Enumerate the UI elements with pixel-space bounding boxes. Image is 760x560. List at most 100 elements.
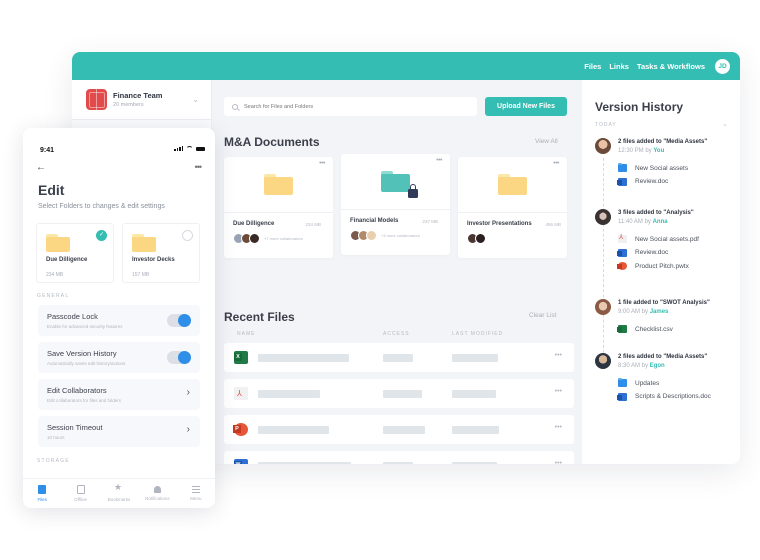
folder-tile-due-diligence[interactable]: ✓ Due Dilligence 234 MB xyxy=(36,223,114,283)
file-name: New Social assets.pdf xyxy=(635,235,699,243)
history-file-item[interactable]: New Social assets xyxy=(618,162,688,174)
bottom-tab-bar: Files Offline Bookmarks Notifications Me… xyxy=(23,478,215,508)
folder-tile-investor-decks[interactable]: Investor Decks 157 MB xyxy=(122,223,200,283)
clear-list-link[interactable]: Clear List xyxy=(529,312,556,319)
more-options-icon[interactable]: ••• xyxy=(195,162,203,172)
chevron-right-icon: › xyxy=(186,424,190,435)
more-options-icon[interactable]: ••• xyxy=(555,388,562,395)
nav-link-tasks-workflows[interactable]: Tasks & Workflows xyxy=(637,62,705,71)
file-name: Checklist.csv xyxy=(635,325,673,333)
history-file-item[interactable]: Checklist.csv xyxy=(617,323,673,335)
tab-files[interactable]: Files xyxy=(23,479,61,508)
team-members-count: 20 members xyxy=(113,102,144,108)
folder-size: 456 MB xyxy=(545,222,561,227)
modified-placeholder xyxy=(452,426,499,434)
setting-save-version-history[interactable]: Save Version History Automatically saves… xyxy=(38,342,200,373)
more-options-icon[interactable]: ••• xyxy=(555,424,562,431)
team-switcher[interactable]: Finance Team 20 members ⌄ xyxy=(72,80,211,120)
access-placeholder xyxy=(383,462,413,464)
checkbox-selected[interactable]: ✓ xyxy=(96,230,107,241)
lock-icon xyxy=(408,184,418,198)
setting-edit-collaborators[interactable]: Edit Collaborators Edit collaborators fo… xyxy=(38,379,200,410)
file-name-placeholder xyxy=(258,462,351,464)
chevron-down-icon[interactable]: ⌄ xyxy=(192,95,199,104)
search-input[interactable] xyxy=(244,103,444,110)
view-all-link[interactable]: View All xyxy=(535,138,558,145)
entry-title: 1 file added to "SWOT Analysis" xyxy=(618,300,710,306)
more-options-icon[interactable]: ••• xyxy=(436,157,442,164)
file-icon xyxy=(38,485,47,494)
passcode-lock-toggle[interactable] xyxy=(167,314,191,327)
back-arrow-icon[interactable]: ← xyxy=(36,162,46,173)
file-row[interactable]: ••• xyxy=(224,343,574,372)
folder-card-financial-models[interactable]: ••• Financial Models 237 MB +4 more coll… xyxy=(341,154,450,255)
nav-link-links[interactable]: Links xyxy=(609,62,629,71)
status-bar-time: 9:41 xyxy=(40,147,55,154)
more-options-icon[interactable]: ••• xyxy=(319,160,325,167)
file-name: Product Pitch.pwtx xyxy=(635,262,689,270)
column-header-access[interactable]: ACCESS xyxy=(383,331,410,337)
more-options-icon[interactable]: ••• xyxy=(555,352,562,359)
top-navigation-bar: Files Links Tasks & Workflows JD xyxy=(72,52,740,80)
file-row[interactable]: ••• xyxy=(224,379,574,408)
checkbox-unselected[interactable] xyxy=(182,230,193,241)
setting-title: Edit Collaborators xyxy=(47,386,107,395)
history-file-item[interactable]: Product Pitch.pwtx xyxy=(617,260,699,272)
file-name: Review.doc xyxy=(635,178,669,185)
setting-session-timeout[interactable]: Session Timeout 10 hours › xyxy=(38,416,200,447)
tab-menu[interactable]: Menu xyxy=(177,479,215,508)
save-version-history-toggle[interactable] xyxy=(167,351,191,364)
entry-user[interactable]: You xyxy=(653,148,664,154)
user-avatar[interactable]: JD xyxy=(715,58,730,74)
entry-user[interactable]: Egon xyxy=(650,363,665,369)
page-subtitle: Select Folders to changes & edit setting… xyxy=(38,203,165,210)
column-header-last-modified[interactable]: LAST MODIFIED xyxy=(452,331,503,337)
nav-link-files[interactable]: Files xyxy=(584,62,601,71)
folder-icon xyxy=(381,171,418,198)
timeline-line xyxy=(603,158,604,368)
tab-notifications[interactable]: Notifications xyxy=(138,479,176,508)
file-row[interactable]: ••• xyxy=(224,451,574,464)
tab-bookmarks[interactable]: Bookmarks xyxy=(100,479,138,508)
more-options-icon[interactable]: ••• xyxy=(553,160,559,167)
file-name: Scripts & Descriptions.doc xyxy=(635,393,711,400)
version-history-panel: Version History TODAY ⌄ 2 files added to… xyxy=(582,80,740,464)
tab-label: Bookmarks xyxy=(107,497,131,502)
avatar xyxy=(366,230,377,241)
history-file-item[interactable]: Scripts & Descriptions.doc xyxy=(617,391,711,403)
setting-subtitle: Enable for advanced security features xyxy=(47,324,123,329)
entry-user[interactable]: Anna xyxy=(653,219,668,225)
signal-icon xyxy=(174,146,183,151)
folder-card-investor-presentations[interactable]: ••• Investor Presentations 456 MB xyxy=(458,157,567,258)
history-file-item[interactable]: Review.doc xyxy=(617,247,699,259)
file-name: Updates xyxy=(635,379,660,387)
avatar xyxy=(595,353,611,369)
recent-files-list: ••• ••• ••• ••• xyxy=(224,343,574,464)
setting-passcode-lock[interactable]: Passcode Lock Enable for advanced securi… xyxy=(38,305,200,336)
history-file-item[interactable]: Updates xyxy=(618,377,711,389)
folder-size: 234 MB xyxy=(305,222,321,227)
folder-card-due-diligence[interactable]: ••• Due Dilligence 234 MB +7 more collab… xyxy=(224,157,333,258)
file-name: New Social assets xyxy=(635,164,689,172)
column-header-name[interactable]: NAME xyxy=(237,331,255,337)
file-row[interactable]: ••• xyxy=(224,415,574,444)
pdf-icon xyxy=(618,233,627,243)
folder-size: 237 MB xyxy=(422,219,438,224)
chevron-down-icon[interactable]: ⌄ xyxy=(722,120,728,128)
word-icon xyxy=(234,459,248,464)
search-bar[interactable] xyxy=(224,97,477,116)
tab-offline[interactable]: Offline xyxy=(61,479,99,508)
history-file-item[interactable]: Review.doc xyxy=(617,176,688,188)
main-content: Upload New Files M&A Documents View All … xyxy=(212,80,582,464)
entry-time: 12:30 PM by You xyxy=(618,148,665,154)
offline-icon xyxy=(76,485,85,494)
more-options-icon[interactable]: ••• xyxy=(555,460,562,464)
recent-files-title: Recent Files xyxy=(224,310,295,324)
collaborator-avatars: +4 more collaborators xyxy=(350,230,442,241)
entry-time: 9:00 AM by James xyxy=(618,309,669,315)
entry-user[interactable]: James xyxy=(650,309,669,315)
history-file-item[interactable]: New Social assets.pdf xyxy=(618,233,699,245)
access-placeholder xyxy=(383,354,413,362)
upload-new-files-button[interactable]: Upload New Files xyxy=(485,97,567,116)
page-title: Edit xyxy=(38,182,65,198)
